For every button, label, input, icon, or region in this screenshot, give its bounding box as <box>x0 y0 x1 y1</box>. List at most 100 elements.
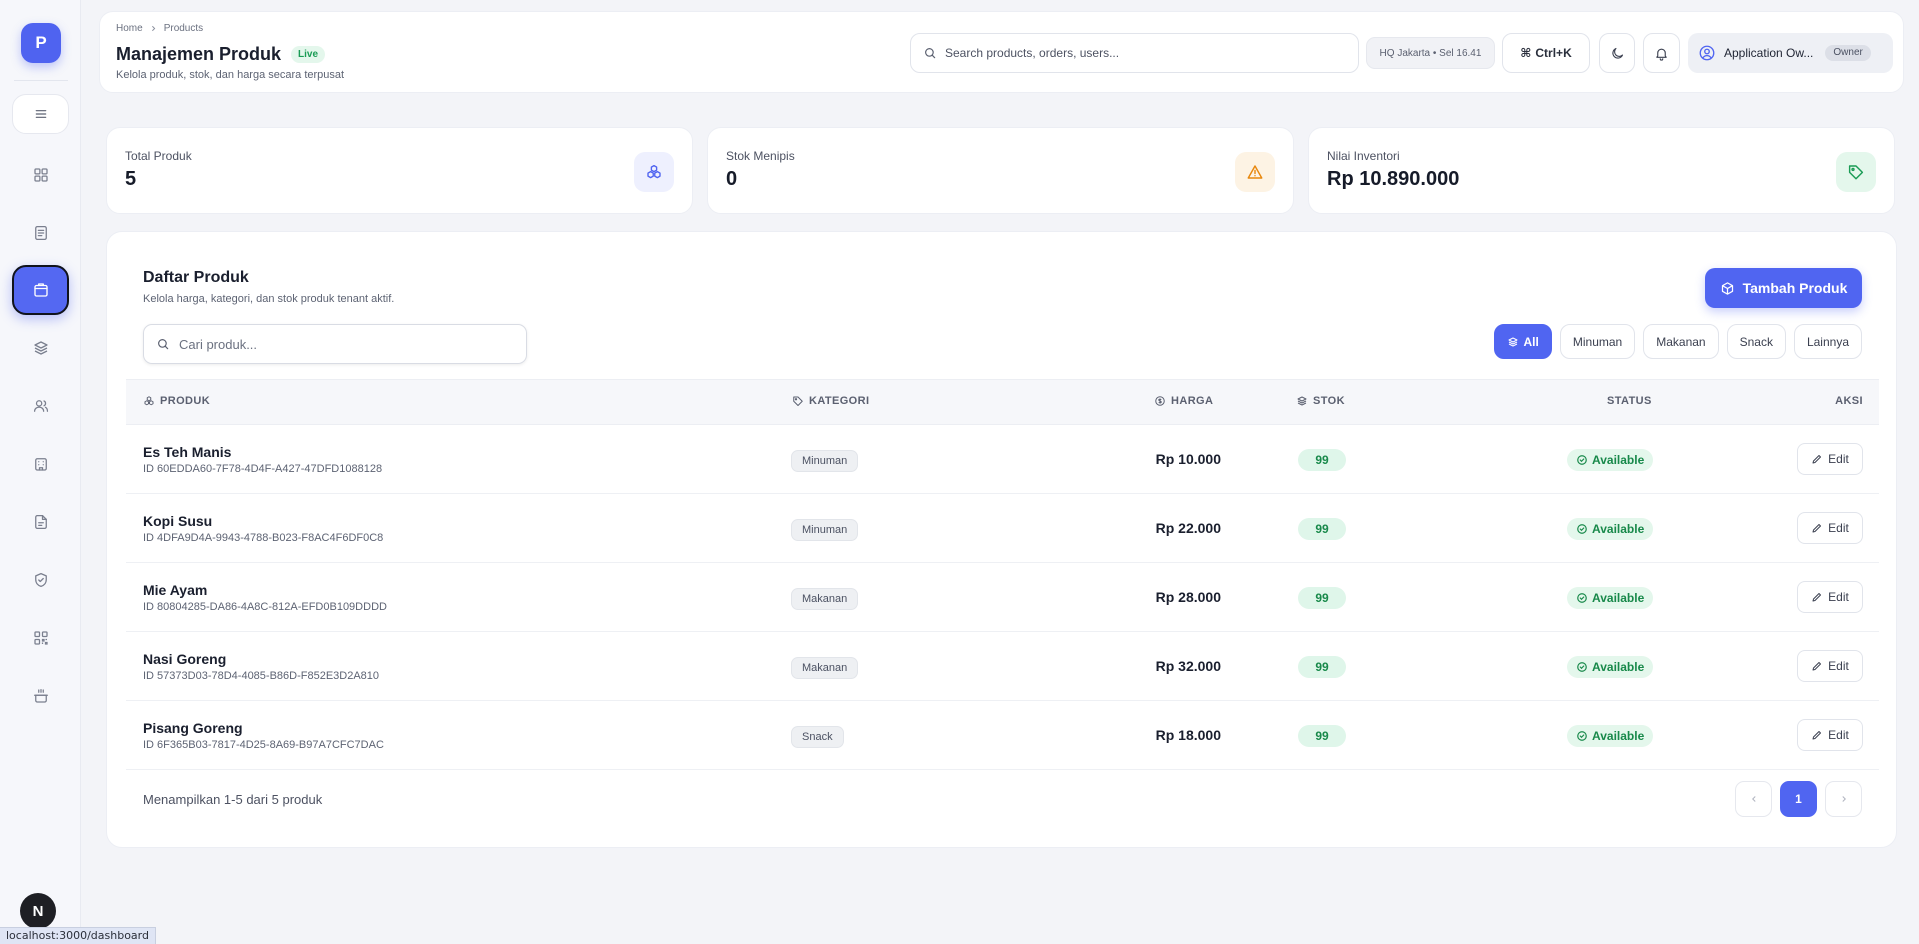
filter-all[interactable]: All <box>1493 324 1552 359</box>
user-circle-icon <box>1699 45 1715 61</box>
table-row[interactable]: Kopi Susu ID 4DFA9D4A-9943-4788-B023-F8A… <box>126 494 1879 563</box>
sidebar-item-orders[interactable] <box>12 208 69 258</box>
status-badge: Available <box>1567 725 1654 747</box>
column-category[interactable]: KATEGORI <box>792 395 869 407</box>
column-status[interactable]: STATUS <box>1607 395 1652 407</box>
user-name: Application Ow... <box>1724 46 1814 60</box>
sidebar-item-dashboard[interactable] <box>12 150 69 200</box>
breadcrumb: Home Products <box>116 23 203 34</box>
sidebar-item-products[interactable] <box>12 265 69 315</box>
theme-toggle-button[interactable] <box>1599 33 1635 73</box>
filter-label: Minuman <box>1572 334 1623 349</box>
product-search-input[interactable] <box>179 336 509 352</box>
status-label: Available <box>1592 729 1645 743</box>
column-product[interactable]: PRODUK <box>143 395 210 407</box>
command-palette-button[interactable]: ⌘ Ctrl+K <box>1502 33 1590 73</box>
column-label: STOK <box>1313 395 1345 407</box>
table-row[interactable]: Pisang Goreng ID 6F365B03-7817-4D25-8A69… <box>126 701 1879 770</box>
breadcrumb-home[interactable]: Home <box>116 23 143 34</box>
filter-label: Lainnya <box>1806 334 1849 349</box>
sidebar-item-kitchen[interactable] <box>12 671 69 721</box>
filter-snack[interactable]: Snack <box>1726 324 1786 359</box>
top-header: Home Products Manajemen Produk Live Kelo… <box>99 11 1904 93</box>
edit-button[interactable]: Edit <box>1797 512 1863 544</box>
moon-icon <box>1611 47 1623 59</box>
table-row[interactable]: Nasi Goreng ID 57373D03-78D4-4085-B86D-F… <box>126 632 1879 701</box>
product-price: Rp 28.000 <box>1155 589 1221 605</box>
shield-icon <box>34 572 47 588</box>
document-icon <box>34 514 47 530</box>
product-name: Mie Ayam <box>143 582 208 598</box>
edit-button[interactable]: Edit <box>1797 581 1863 613</box>
product-price: Rp 10.000 <box>1155 451 1221 467</box>
sidebar-item-security[interactable] <box>12 555 69 605</box>
stat-value: 0 <box>726 168 738 190</box>
layers-icon <box>33 341 48 355</box>
box-icon <box>1721 281 1733 295</box>
category-badge: Snack <box>791 726 844 748</box>
page-subtitle: Kelola produk, stok, dan harga secara te… <box>116 69 345 81</box>
status-bar-url: localhost:3000/dashboard <box>0 927 156 944</box>
pencil-icon <box>1812 731 1822 740</box>
search-icon <box>158 339 169 350</box>
column-price[interactable]: HARGA <box>1154 395 1213 407</box>
filter-label: Makanan <box>1656 334 1706 349</box>
next-page-button[interactable] <box>1825 781 1862 817</box>
chevron-right-icon <box>1841 796 1846 802</box>
tag-icon <box>1836 152 1876 192</box>
table-row[interactable]: Mie Ayam ID 80804285-DA86-4A8C-812A-EFD0… <box>126 563 1879 632</box>
cubes-icon <box>634 152 674 192</box>
check-circle-icon <box>1577 662 1587 672</box>
user-menu[interactable]: Application Ow... Owner <box>1688 33 1893 73</box>
column-label: AKSI <box>1835 395 1863 407</box>
page-button-current[interactable]: 1 <box>1780 781 1817 817</box>
products-icon <box>33 283 48 297</box>
chevron-right-icon <box>151 25 155 32</box>
sidebar-toggle-button[interactable] <box>12 94 69 134</box>
notifications-button[interactable] <box>1643 33 1680 73</box>
filter-minuman[interactable]: Minuman <box>1559 324 1636 359</box>
column-action: AKSI <box>1835 395 1863 407</box>
edit-button[interactable]: Edit <box>1797 719 1863 751</box>
category-badge: Makanan <box>791 588 859 610</box>
global-search-input[interactable] <box>945 46 1345 60</box>
category-badge: Makanan <box>791 657 859 679</box>
check-circle-icon <box>1577 593 1587 603</box>
cubes-icon <box>144 396 154 406</box>
filter-lainnya[interactable]: Lainnya <box>1793 324 1862 359</box>
pencil-icon <box>1812 524 1822 533</box>
app-logo[interactable]: P <box>21 23 61 63</box>
pencil-icon <box>1812 593 1822 602</box>
status-label: Available <box>1592 660 1645 674</box>
column-label: KATEGORI <box>809 395 870 407</box>
edit-button[interactable]: Edit <box>1797 443 1863 475</box>
stat-value: 5 <box>125 168 137 190</box>
qr-icon <box>33 631 48 645</box>
product-price: Rp 18.000 <box>1155 727 1221 743</box>
product-price: Rp 32.000 <box>1155 658 1221 674</box>
prev-page-button[interactable] <box>1735 781 1772 817</box>
edit-label: Edit <box>1828 590 1849 604</box>
edit-label: Edit <box>1828 452 1849 466</box>
product-name: Pisang Goreng <box>143 720 243 736</box>
command-icon: ⌘ <box>1520 46 1532 60</box>
stock-badge: 99 <box>1298 518 1346 540</box>
table-row[interactable]: Es Teh Manis ID 60EDDA60-7F78-4D4F-A427-… <box>126 425 1879 494</box>
add-product-button[interactable]: Tambah Produk <box>1705 268 1862 308</box>
user-avatar[interactable]: N <box>20 893 56 929</box>
product-search[interactable] <box>143 324 527 364</box>
global-search[interactable] <box>910 33 1359 73</box>
sidebar-item-documents[interactable] <box>12 497 69 547</box>
sidebar-item-layers[interactable] <box>12 323 69 373</box>
layers-icon <box>1508 337 1518 346</box>
edit-button[interactable]: Edit <box>1797 650 1863 682</box>
filter-makanan[interactable]: Makanan <box>1643 324 1719 359</box>
column-stock[interactable]: STOK <box>1296 395 1345 407</box>
user-role-badge: Owner <box>1825 45 1871 61</box>
sidebar-item-branches[interactable] <box>12 439 69 489</box>
sidebar-item-qr[interactable] <box>12 613 69 663</box>
sidebar-item-users[interactable] <box>12 381 69 431</box>
column-label: PRODUK <box>160 395 211 407</box>
breadcrumb-products: Products <box>163 23 204 34</box>
shortcut-label: Ctrl+K <box>1535 46 1572 60</box>
